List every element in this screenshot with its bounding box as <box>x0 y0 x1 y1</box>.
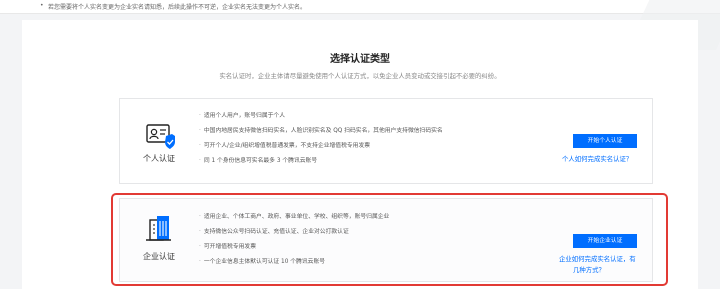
personal-auth-label: 个人认证 <box>143 154 175 163</box>
start-personal-auth-button[interactable]: 开始个人认证 <box>573 134 637 148</box>
personal-feature-item: 同 1 个身份信息可实名最多 3 个腾讯云账号 <box>199 154 443 169</box>
personal-feature-item: 适用个人用户，账号归属于个人 <box>199 109 443 124</box>
notice-bullet: • <box>40 2 44 9</box>
page-subtitle: 实名认证时，企业主体请尽量避免使用个人认证方式，以免企业人员变动或交接引起不必要… <box>219 72 501 80</box>
highlight-outline <box>111 193 668 286</box>
page-title: 选择认证类型 <box>330 54 390 65</box>
personal-feature-list: 适用个人用户，账号归属于个人 中国内地居民支持微信扫码实名，人脸识别实名及 QQ… <box>199 109 443 169</box>
personal-feature-item: 中国内地居民支持微信扫码实名，人脸识别实名及 QQ 扫码实名，其他用户支持微信扫… <box>199 124 443 139</box>
personal-auth-help-link[interactable]: 个人如何完成实名认证？ <box>562 154 632 165</box>
notice-bar: • 若您需要将个人实名变更为企业实名请知悉，后续此操作不可逆，企业实名无法变更为… <box>0 0 720 14</box>
id-card-shield-icon <box>146 124 175 149</box>
notice-text: 若您需要将个人实名变更为企业实名请知悉，后续此操作不可逆，企业实名无法变更为个人… <box>48 4 307 11</box>
personal-feature-item: 可开个人/企业/组织增值税普通发票，不支持企业增值税专用发票 <box>199 139 443 154</box>
